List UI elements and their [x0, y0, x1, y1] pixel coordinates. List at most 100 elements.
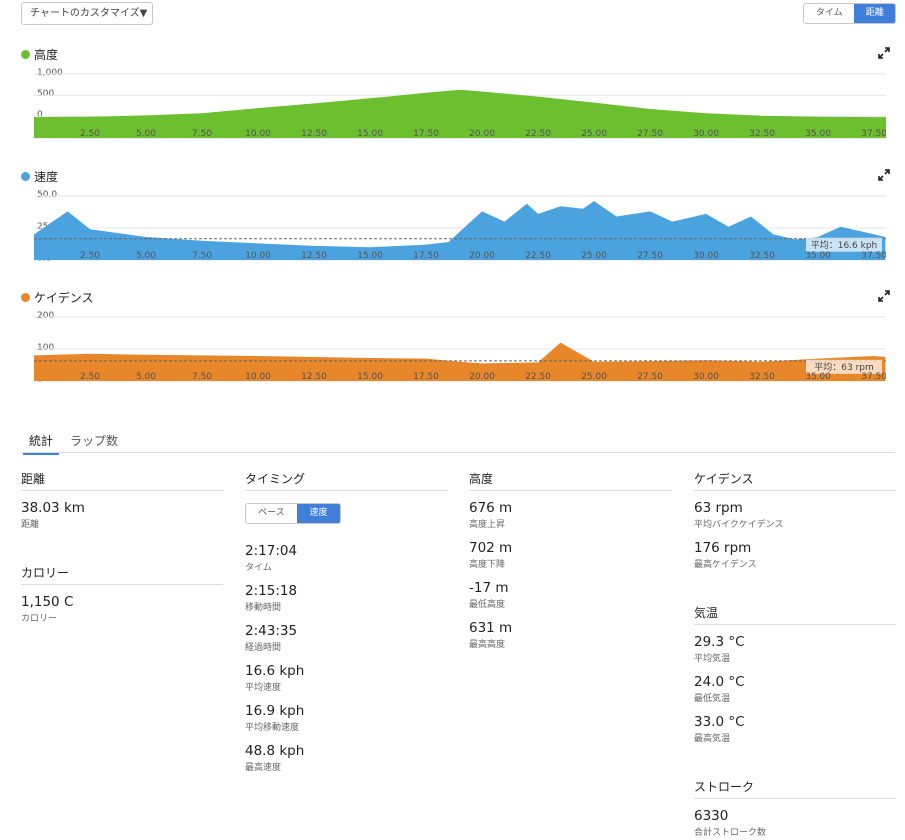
cadence-xtick: 22.50 [525, 372, 551, 382]
distance-axis-button[interactable]: 距離 [854, 4, 895, 23]
cadence-title-text: ケイデンス [34, 291, 94, 305]
cadence-xtick: 35.00 [805, 372, 831, 382]
calorie-section-title: カロリー [21, 564, 223, 585]
stat-elapsed-time: 2:43:35 経過時間 [245, 623, 447, 654]
speed-button[interactable]: 速度 [296, 504, 340, 523]
stat-total-strokes: 6330 合計ストローク数 [694, 808, 896, 839]
speed-xtick: 25.00 [581, 251, 607, 261]
stat-value: 176 rpm [694, 540, 752, 556]
stat-value: 2:17:04 [245, 543, 298, 559]
pace-speed-toggle[interactable]: ペース 速度 [245, 503, 341, 524]
expand-altitude-icon[interactable] [878, 47, 890, 59]
stat-label: 最高気温 [694, 734, 731, 744]
altitude-xtick: 25.00 [581, 129, 607, 139]
stat-label: 平均バイクケイデンス [694, 520, 784, 530]
cadence-xtick: 5.00 [136, 372, 156, 382]
cadence-xtick: 12.50 [301, 372, 327, 382]
stat-label: 平均速度 [245, 683, 282, 693]
stats-column-distance: 距離 38.03 km 距離 カロリー 1,150 C カロリー [21, 470, 223, 634]
stat-label: 合計ストローク数 [694, 828, 767, 838]
cadence-xtick: 10.00 [245, 372, 271, 382]
cadence-xtick: 15.00 [357, 372, 383, 382]
time-axis-button[interactable]: タイム [804, 4, 855, 23]
stat-min-elevation: -17 m 最低高度 [469, 580, 671, 611]
stat-value: 2:43:35 [245, 623, 298, 639]
cadence-xtick: 27.50 [637, 372, 663, 382]
expand-cadence-icon[interactable] [878, 290, 890, 302]
stat-value: 631 m [469, 620, 513, 636]
stat-max-cadence: 176 rpm 最高ケイデンス [694, 540, 896, 571]
speed-average-label: 平均：16.6 kph [811, 239, 878, 251]
altitude-xtick: 22.50 [525, 129, 551, 139]
stat-label: 最低気温 [694, 694, 731, 704]
stat-label: 最低高度 [469, 600, 506, 610]
stats-column-cadence: ケイデンス 63 rpm 平均バイクケイデンス 176 rpm 最高ケイデンス 気温… [694, 470, 896, 840]
stat-value: 676 m [469, 500, 513, 516]
altitude-xtick: 35.00 [805, 129, 831, 139]
tab-stats[interactable]: 統計 [23, 432, 60, 455]
speed-xtick: 32.50 [749, 251, 775, 261]
stats-tabs: 統計 ラップ数 [21, 428, 895, 455]
cadence-xtick: 32.50 [749, 372, 775, 382]
stat-label: 移動時間 [245, 603, 282, 613]
altitude-xtick: 20.00 [469, 129, 495, 139]
stat-label: 平均移動速度 [245, 723, 300, 733]
stat-label: 距離 [21, 520, 40, 530]
cadence-xtick: 17.50 [413, 372, 439, 382]
stat-elevation-loss: 702 m 高度下降 [469, 540, 671, 571]
stat-label: 平均気温 [694, 654, 731, 664]
cadence-xtick: 7.50 [192, 372, 212, 382]
altitude-xtick: 30.00 [693, 129, 719, 139]
altitude-xtick: 27.50 [637, 129, 663, 139]
altitude-xtick: 32.50 [749, 129, 775, 139]
stat-max-elevation: 631 m 最高高度 [469, 620, 671, 651]
stat-distance: 38.03 km 距離 [21, 500, 223, 531]
cadence-chart[interactable]: 平均：63 rpm2.50 5.00 7.50 10.00 12.50 15.00 17.5… [34, 315, 886, 383]
timing-section-title: タイミング [245, 470, 447, 491]
speed-xtick: 35.00 [805, 251, 831, 261]
stats-column-elevation: 高度 676 m 高度上昇 702 m 高度下降 -17 m 最低高度 631 m 最高… [469, 470, 671, 660]
speed-chart-title: 速度 [21, 168, 58, 185]
speed-xtick: 12.50 [301, 251, 327, 261]
stat-value: 702 m [469, 540, 513, 556]
stat-min-temp: 24.0 °C 最低気温 [694, 674, 896, 705]
speed-xtick: 17.50 [413, 251, 439, 261]
altitude-legend-dot [21, 50, 30, 59]
stroke-section-title: ストローク [694, 778, 896, 799]
altitude-xtick: 17.50 [413, 129, 439, 139]
stat-value: 16.6 kph [245, 663, 305, 679]
altitude-xtick: 12.50 [301, 129, 327, 139]
stat-time: 2:17:04 タイム [245, 543, 447, 574]
stat-value: 38.03 km [21, 500, 85, 516]
temperature-section-title: 気温 [694, 604, 896, 625]
cadence-chart-title: ケイデンス [21, 289, 94, 306]
stat-label: 最高ケイデンス [694, 560, 757, 570]
tab-laps[interactable]: ラップ数 [70, 432, 118, 449]
stat-value: 63 rpm [694, 500, 743, 516]
speed-xtick: 5.00 [136, 251, 156, 261]
stat-avg-speed: 16.6 kph 平均速度 [245, 663, 447, 694]
stat-calories: 1,150 C カロリー [21, 594, 223, 625]
stat-label: タイム [245, 563, 272, 573]
x-axis-toggle[interactable]: タイム 距離 [803, 3, 896, 24]
cadence-section-title: ケイデンス [694, 470, 896, 491]
cadence-xtick: 37.50 [861, 372, 886, 382]
customize-chart-button[interactable]: チャートのカスタマイズ▼ [21, 2, 153, 25]
speed-xtick: 15.00 [357, 251, 383, 261]
stat-moving-time: 2:15:18 移動時間 [245, 583, 447, 614]
speed-xtick: 22.50 [525, 251, 551, 261]
speed-chart[interactable]: 平均：16.6 kph 2.50 5.00 7.50 10.00 12.50 15.00 17… [34, 194, 886, 262]
altitude-xtick: 37.50 [861, 129, 886, 139]
expand-speed-icon[interactable] [878, 169, 890, 181]
altitude-xtick: 7.50 [192, 129, 212, 139]
stat-value: 1,150 C [21, 594, 74, 610]
pace-button[interactable]: ペース [246, 504, 297, 523]
stat-label: 高度上昇 [469, 520, 506, 530]
stats-column-timing: タイミング ペース 速度 2:17:04 タイム 2:15:18 移動時間 2:43… [245, 470, 447, 783]
stat-value: -17 m [469, 580, 509, 596]
stat-avg-moving-speed: 16.9 kph 平均移動速度 [245, 703, 447, 734]
altitude-chart[interactable]: 2.50 5.00 7.50 10.00 12.50 15.00 17.50 20.00 22.… [34, 72, 886, 140]
stat-label: 最高速度 [245, 763, 282, 773]
stat-max-temp: 33.0 °C 最高気温 [694, 714, 896, 745]
speed-xtick: 20.00 [469, 251, 495, 261]
